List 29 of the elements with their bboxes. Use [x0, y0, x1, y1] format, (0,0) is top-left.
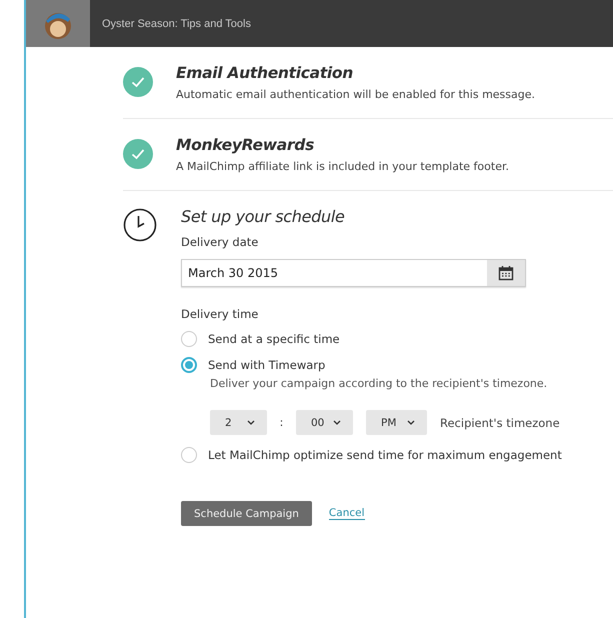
field-label: Delivery date [181, 235, 260, 249]
schedule-button[interactable]: Schedule Campaign [181, 501, 312, 526]
time-dropdown[interactable]: 2 [210, 410, 267, 435]
option-description: Deliver your campaign according to the recipient's timezone. [210, 377, 548, 390]
field-label: Delivery time [181, 307, 260, 321]
campaign-title: Oyster Season: Tips and Tools [102, 18, 251, 30]
chevron-down-icon [247, 420, 255, 425]
section-title: MonkeyRewards [176, 136, 315, 154]
cancel-link[interactable]: Cancel [328, 507, 364, 520]
section-title: Email Authentication [176, 64, 354, 82]
section-description: Automatic email authentication will be enabled for this message. [176, 88, 535, 101]
clock-icon [123, 208, 157, 242]
option-label[interactable]: Let MailChimp optimize send time for maximum engagement [208, 448, 562, 462]
option-label[interactable]: Send with Timewarp [208, 358, 326, 372]
radio-button[interactable] [181, 447, 197, 463]
time-dropdown[interactable]: PM [366, 410, 427, 435]
time-separator: : [278, 416, 284, 429]
calendar-button[interactable] [487, 260, 525, 286]
section-description: A MailChimp affiliate link is included in your template footer. [176, 160, 509, 173]
timezone-label: Recipient's timezone [440, 416, 560, 430]
radio-button[interactable] [181, 331, 197, 347]
calendar-icon [498, 265, 514, 281]
chevron-down-icon [333, 420, 341, 425]
time-dropdown[interactable]: 00 [296, 410, 353, 435]
section-title: Set up your schedule [181, 207, 346, 226]
date-field[interactable]: March 30 2015 [181, 259, 526, 287]
chevron-down-icon [407, 420, 415, 425]
option-label[interactable]: Send at a specific time [208, 332, 340, 346]
radio-button[interactable] [181, 357, 197, 373]
